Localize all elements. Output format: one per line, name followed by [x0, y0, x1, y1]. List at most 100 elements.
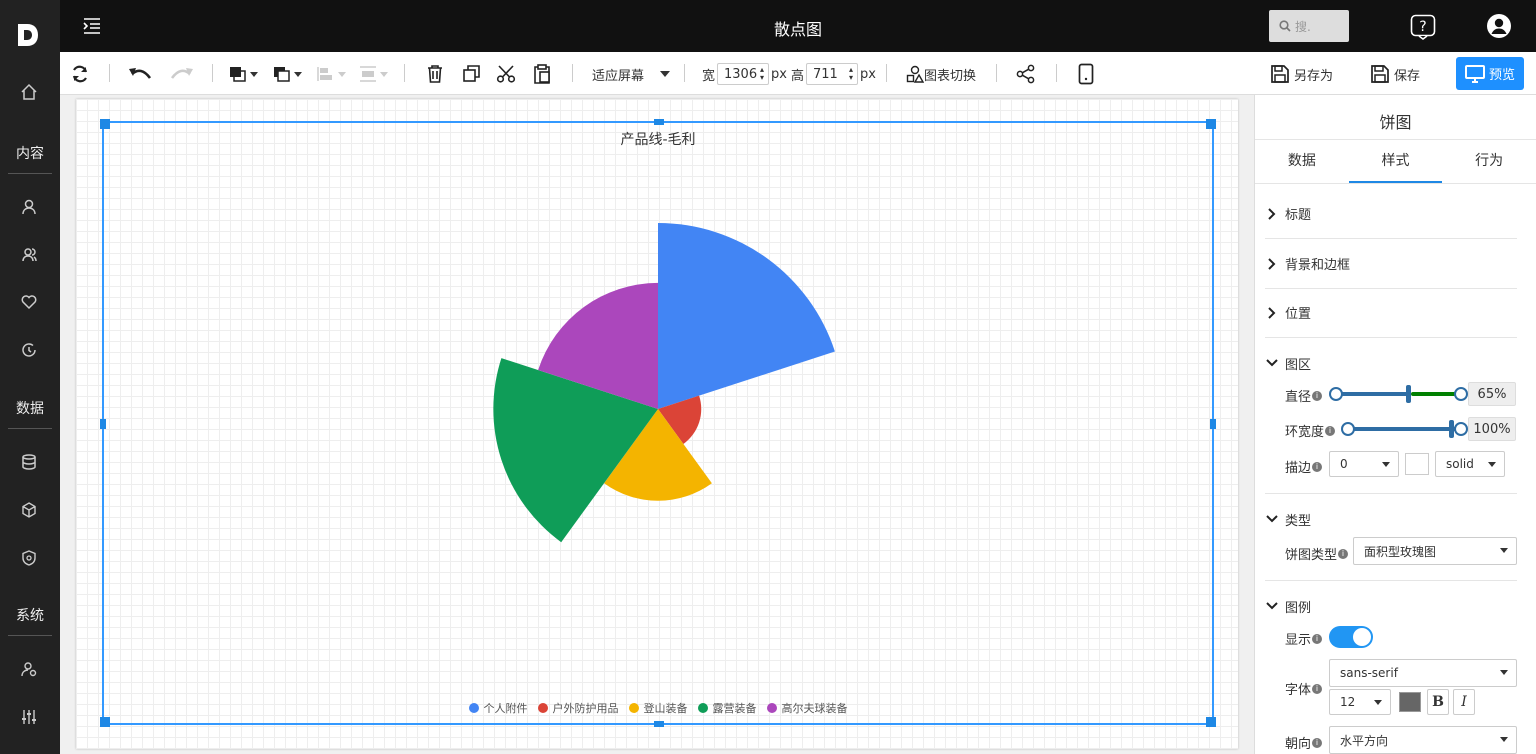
save-as-button[interactable]: 另存为 — [1270, 62, 1333, 86]
share-icon[interactable] — [1016, 62, 1036, 86]
zoom-select[interactable]: 适应屏幕 — [592, 62, 671, 86]
resize-handle[interactable] — [100, 717, 110, 727]
heart-icon[interactable] — [18, 291, 40, 313]
chart-widget[interactable]: 产品线-毛利 个人附件 户外防护用品 登山装备 露营装备 高尔夫球装备 — [100, 119, 1216, 727]
shield-icon[interactable] — [18, 547, 40, 569]
border-style-select[interactable]: solid — [1435, 451, 1505, 477]
save-button[interactable]: 保存 — [1370, 62, 1420, 86]
cube-icon[interactable] — [18, 499, 40, 521]
pie-type-value: 面积型玫瑰图 — [1364, 544, 1437, 559]
section-label: 图例 — [1285, 600, 1312, 616]
diameter-slider-max-knob[interactable] — [1454, 387, 1468, 401]
redo-icon[interactable] — [168, 62, 194, 86]
resize-handle[interactable] — [100, 419, 106, 429]
ring-width-slider-min-knob[interactable] — [1341, 422, 1355, 436]
search-placeholder: 搜. — [1295, 19, 1311, 34]
help-icon[interactable]: ? — [1410, 14, 1436, 40]
legend-show-toggle[interactable] — [1329, 626, 1373, 648]
resize-handle[interactable] — [654, 721, 664, 727]
width-value: 1306 — [724, 66, 758, 82]
preview-button[interactable]: 预览 — [1456, 57, 1524, 90]
chevron-down-icon — [1266, 515, 1278, 523]
info-icon[interactable]: i — [1338, 548, 1349, 559]
info-icon[interactable]: i — [1312, 737, 1323, 748]
user-settings-icon[interactable] — [18, 658, 40, 680]
info-icon[interactable]: i — [1312, 633, 1323, 644]
users-icon[interactable] — [18, 244, 40, 266]
ring-width-slider-max-knob[interactable] — [1454, 422, 1468, 436]
tab-data[interactable]: 数据 — [1255, 140, 1349, 183]
account-icon[interactable] — [1486, 13, 1512, 39]
sidebar-section-content: 内容 — [16, 146, 44, 162]
section-legend[interactable]: 图例 — [1265, 581, 1517, 631]
legend-item[interactable]: 登山装备 — [628, 700, 688, 716]
distribute-dropdown[interactable] — [358, 62, 388, 86]
send-back-dropdown[interactable] — [272, 62, 302, 86]
resize-handle[interactable] — [100, 119, 110, 129]
cut-icon[interactable] — [496, 62, 516, 86]
resize-handle[interactable] — [1206, 119, 1216, 129]
divider — [212, 64, 213, 82]
pie-type-select[interactable]: 面积型玫瑰图 — [1353, 537, 1517, 565]
switch-chart-button[interactable]: 图表切换 — [906, 62, 976, 86]
design-canvas[interactable]: 产品线-毛利 个人附件 户外防护用品 登山装备 露营装备 高尔夫球装备 — [76, 99, 1238, 749]
legend-font-select[interactable]: sans-serif — [1329, 659, 1517, 687]
italic-button[interactable]: I — [1453, 689, 1475, 715]
sliders-icon[interactable] — [18, 706, 40, 728]
spinner-icon[interactable]: ▴ ▾ — [760, 66, 764, 82]
pie-slice-1[interactable] — [658, 223, 835, 409]
legend-orient-select[interactable]: 水平方向 — [1329, 726, 1517, 754]
undo-icon[interactable] — [128, 62, 154, 86]
legend-item[interactable]: 户外防护用品 — [537, 700, 619, 716]
tab-behavior[interactable]: 行为 — [1442, 140, 1536, 183]
info-icon[interactable]: i — [1312, 461, 1323, 472]
save-icon — [1371, 65, 1389, 83]
info-icon[interactable]: i — [1325, 425, 1336, 436]
height-value: 711 — [812, 66, 838, 82]
delete-icon[interactable] — [426, 62, 444, 86]
resize-handle[interactable] — [1210, 419, 1216, 429]
pie-type-label: 饼图类型 i — [1285, 544, 1349, 563]
bold-button[interactable]: B — [1427, 689, 1449, 715]
sidebar-section-system: 系统 — [16, 608, 44, 624]
mobile-icon[interactable] — [1078, 62, 1094, 86]
paste-icon[interactable] — [532, 62, 552, 86]
section-title[interactable]: 标题 — [1265, 189, 1517, 239]
database-icon[interactable] — [18, 451, 40, 473]
border-color-swatch[interactable] — [1405, 453, 1429, 475]
info-icon[interactable]: i — [1312, 390, 1323, 401]
diameter-slider-min-knob[interactable] — [1329, 387, 1343, 401]
rose-pie-chart[interactable] — [104, 123, 1212, 723]
home-icon[interactable] — [18, 81, 40, 103]
section-background-border[interactable]: 背景和边框 — [1265, 239, 1517, 289]
legend-item[interactable]: 高尔夫球装备 — [766, 700, 848, 716]
legend-font-color-swatch[interactable] — [1399, 692, 1421, 712]
user-icon[interactable] — [18, 196, 40, 218]
spinner-icon[interactable]: ▴ ▾ — [849, 66, 853, 82]
width-input[interactable]: 1306 ▴ ▾ — [717, 63, 770, 85]
width-label: 宽 — [702, 68, 716, 84]
info-icon[interactable]: i — [1312, 683, 1323, 694]
diameter-value: 65% — [1468, 382, 1516, 406]
border-width-select[interactable]: 0 — [1329, 451, 1399, 477]
legend-font-size-select[interactable]: 12 — [1329, 689, 1391, 715]
resize-handle[interactable] — [1206, 717, 1216, 727]
diameter-slider-handle[interactable] — [1406, 385, 1411, 403]
refresh-icon[interactable] — [70, 62, 90, 86]
section-label: 背景和边框 — [1285, 258, 1351, 273]
align-dropdown[interactable] — [316, 62, 346, 86]
search-input[interactable]: 搜. — [1269, 10, 1349, 42]
height-input[interactable]: 711 ▴ ▾ — [805, 63, 858, 85]
legend-item[interactable]: 个人附件 — [468, 700, 528, 716]
resize-handle[interactable] — [654, 119, 664, 125]
history-icon[interactable] — [18, 339, 40, 361]
bring-front-dropdown[interactable] — [228, 62, 258, 86]
section-plot-area[interactable]: 图区 — [1265, 338, 1517, 388]
copy-icon[interactable] — [462, 62, 482, 86]
ring-width-slider-track[interactable] — [1347, 427, 1459, 431]
app-logo[interactable] — [16, 22, 40, 48]
section-position[interactable]: 位置 — [1265, 288, 1517, 338]
legend-item[interactable]: 露营装备 — [697, 700, 757, 716]
diameter-slider-track[interactable] — [1335, 392, 1411, 396]
tab-style[interactable]: 样式 — [1348, 140, 1443, 183]
